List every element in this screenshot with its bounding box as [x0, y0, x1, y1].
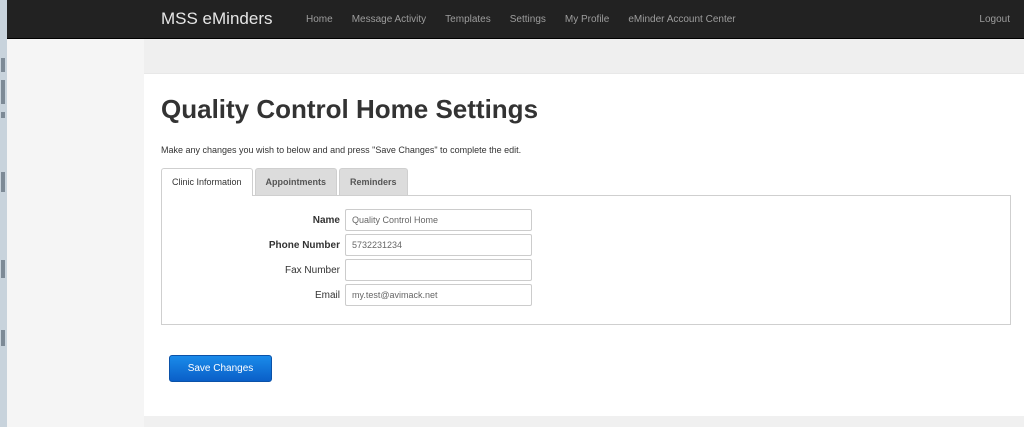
save-changes-button[interactable]: Save Changes: [169, 355, 272, 382]
form-row-email: Email: [162, 284, 562, 308]
page-title: Quality Control Home Settings: [161, 94, 539, 124]
nav-my-profile[interactable]: My Profile: [565, 14, 609, 25]
logout-link[interactable]: Logout: [979, 14, 1010, 25]
name-field[interactable]: [345, 209, 532, 231]
settings-panel: Quality Control Home Settings Make any c…: [144, 73, 1024, 417]
form-row-fax: Fax Number: [162, 259, 562, 283]
page-bottom-margin: [144, 416, 1024, 427]
clinic-information-form: Name Phone Number Fax Number Email: [161, 195, 1011, 325]
nav-menu: Home Message Activity Templates Settings…: [306, 14, 755, 25]
tab-appointments[interactable]: Appointments: [254, 168, 338, 195]
phone-number-field[interactable]: [345, 234, 532, 256]
settings-tabs: Clinic Information Appointments Reminder…: [161, 168, 410, 196]
phone-number-label: Phone Number: [268, 240, 340, 251]
name-label: Name: [312, 215, 340, 226]
instructions-text: Make any changes you wish to below and a…: [161, 145, 522, 155]
nav-home[interactable]: Home: [306, 14, 333, 25]
form-row-name: Name: [162, 209, 562, 233]
sub-header-bar: [144, 39, 1024, 73]
nav-settings[interactable]: Settings: [510, 14, 546, 25]
fax-number-field[interactable]: [345, 259, 532, 281]
email-field[interactable]: [345, 284, 532, 306]
brand-link[interactable]: MSS eMinders: [161, 9, 272, 29]
top-navbar: MSS eMinders Home Message Activity Templ…: [7, 0, 1024, 39]
form-row-phone: Phone Number: [162, 234, 562, 258]
nav-message-activity[interactable]: Message Activity: [352, 14, 426, 25]
tab-clinic-information[interactable]: Clinic Information: [161, 168, 253, 196]
email-label: Email: [314, 290, 340, 301]
fax-number-label: Fax Number: [284, 265, 340, 276]
nav-account-center[interactable]: eMinder Account Center: [628, 14, 735, 25]
nav-templates[interactable]: Templates: [445, 14, 491, 25]
left-window-edge: [0, 0, 7, 427]
tab-reminders[interactable]: Reminders: [339, 168, 408, 195]
